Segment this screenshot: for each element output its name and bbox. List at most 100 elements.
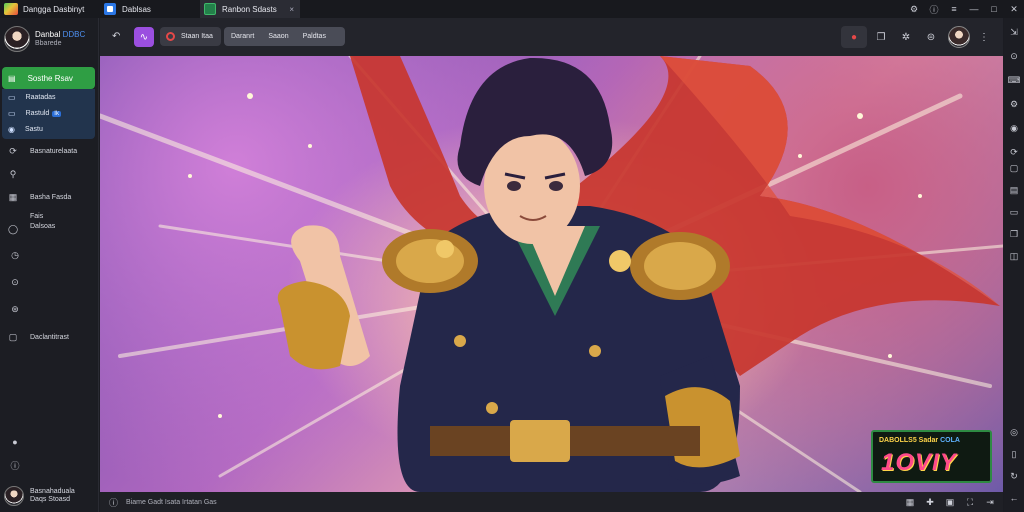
phone-icon[interactable]: ▯ xyxy=(1008,448,1020,460)
sidebar-item-primary[interactable]: ▤ Sosthe Rsav xyxy=(2,67,95,89)
layers-icon[interactable]: ▤ xyxy=(1008,184,1020,196)
tag-icon: ▭ xyxy=(8,109,16,118)
menu-icon[interactable]: ≡ xyxy=(944,0,964,18)
promo-line-b: COLA xyxy=(940,437,960,444)
play-icon[interactable]: ⊙ xyxy=(9,276,21,288)
record-status-icon[interactable]: ● xyxy=(841,26,867,48)
profile-name-text: Danbal xyxy=(35,30,61,39)
profile-card[interactable]: Danbal DDBC Bbarede xyxy=(4,24,96,54)
window-controls: ⚙ ⓘ ≡ — □ ✕ xyxy=(904,0,1024,18)
camera-icon[interactable]: ⊙ xyxy=(1008,50,1020,62)
record-button[interactable]: Staan Itaa xyxy=(160,27,221,46)
segment-button[interactable]: Daranrt xyxy=(224,27,261,46)
compass-icon[interactable]: ⊜ xyxy=(920,26,942,48)
screenshot-icon[interactable]: ▣ xyxy=(943,495,957,509)
app-icon[interactable]: ∿ xyxy=(134,27,154,47)
right-toolbar: ⇲ ⊙ ⌨ ⚙ ◉ ⟳ ▢ ▤ ▭ ❐ ◫ ◎ ▯ ↻ ← xyxy=(1004,18,1024,512)
sidebar-item[interactable]: ▢ Daclantitrast xyxy=(0,329,98,345)
promo-title: 1OVIY xyxy=(881,449,957,476)
fullscreen-icon[interactable]: ⛶ xyxy=(963,495,977,509)
exit-icon[interactable]: ⇥ xyxy=(983,495,997,509)
sidebar-item-label: Basha Fasda xyxy=(30,193,72,201)
tab-home[interactable]: Dablsas xyxy=(101,0,197,18)
settings-icon[interactable]: ⚙ xyxy=(904,0,924,18)
sidebar-item-label: Rastuld xyxy=(25,110,50,117)
maximize-button[interactable]: □ xyxy=(984,0,1004,18)
location-icon[interactable]: ◎ xyxy=(1008,426,1020,438)
segmented-control: Daranrt Saaon Paldtas xyxy=(224,27,345,46)
chat-icon: ◯ xyxy=(8,224,19,234)
info-icon[interactable]: ⓘ xyxy=(924,0,944,18)
copy-icon[interactable]: ❐ xyxy=(870,26,892,48)
clock-icon[interactable]: ◷ xyxy=(9,249,21,261)
status-bar: ⓘ Biame Gadt Isata Irtatan Gas ▦ ✚ ▣ ⛶ ⇥ xyxy=(100,492,1003,512)
refresh-icon: ⟳ xyxy=(9,145,17,156)
copy-icon[interactable]: ❐ xyxy=(1008,228,1020,240)
close-button[interactable]: ✕ xyxy=(1004,0,1024,18)
share-icon[interactable]: ⊛ xyxy=(9,303,21,315)
sidebar-item[interactable]: ◯ Fais Dalsoas xyxy=(0,212,98,238)
sidebar-subitem[interactable]: ◉ Sastu xyxy=(2,122,95,137)
sidebar-subitem[interactable]: ▭ Rastuld Ik xyxy=(2,106,95,121)
sidebar-item[interactable]: ⟳ Basnaturelaata xyxy=(0,143,98,159)
more-icon[interactable]: ⋮ xyxy=(973,26,995,48)
back-icon[interactable]: ← xyxy=(1008,492,1020,504)
record-label: Staan Itaa xyxy=(181,33,213,40)
folder-icon[interactable]: ▭ xyxy=(1008,206,1020,218)
sidebar-item-label: Daclantitrast xyxy=(30,333,69,341)
tab-active[interactable]: Ranbon Sdasts × xyxy=(200,0,300,18)
sidebar-item-label: Raatadas xyxy=(25,94,56,101)
tab-label: Dablsas xyxy=(122,4,151,14)
record-icon xyxy=(166,32,175,41)
promo-line-a: DABOLLS5 Sadar xyxy=(879,437,939,444)
rotate-icon[interactable]: ↻ xyxy=(1008,470,1020,482)
grid-icon[interactable]: ▦ xyxy=(903,495,917,509)
calendar-icon: ▦ xyxy=(8,191,18,202)
game-canvas[interactable]: DABOLLS5 Sadar COLA 1OVIY xyxy=(100,56,1003,492)
status-badge: Ik xyxy=(52,110,61,117)
profile-name-accent: DDBC xyxy=(62,30,86,39)
sidebar: Danbal DDBC Bbarede ▤ Sosthe Rsav ▭ Raat… xyxy=(0,18,99,512)
sidebar-subitem[interactable]: ▭ Raatadas xyxy=(2,90,95,105)
help-icon[interactable]: ⓘ xyxy=(9,459,21,471)
status-actions: ▦ ✚ ▣ ⛶ ⇥ xyxy=(897,495,997,509)
avatar[interactable] xyxy=(4,26,30,52)
gear-icon[interactable]: ⚙ xyxy=(1008,98,1020,110)
sidebar-item-label: Sastu xyxy=(24,126,43,133)
keyboard-icon[interactable]: ⌨ xyxy=(1008,74,1021,86)
sidebar-subgroup: ▭ Raatadas ▭ Rastuld Ik ◉ Sastu xyxy=(2,89,95,139)
avatar[interactable] xyxy=(948,26,970,48)
back-icon[interactable]: ↶ xyxy=(112,31,120,42)
user-footer[interactable]: Basnahaduala Daqs Stoasd xyxy=(4,484,96,508)
segment-button[interactable]: Paldtas xyxy=(296,27,333,46)
info-icon[interactable]: ⓘ xyxy=(109,496,118,509)
record-icon[interactable]: ◉ xyxy=(1008,122,1020,134)
tab-close-icon[interactable]: × xyxy=(289,5,294,14)
game-tab-icon xyxy=(204,3,216,15)
sync-icon[interactable]: ⟳ xyxy=(1008,146,1020,158)
sidebar-item-label: Fais Dalsoas xyxy=(30,213,56,230)
status-text: Biame Gadt Isata Irtatan Gas xyxy=(126,498,217,506)
sidebar-item[interactable]: ▦ Basha Fasda xyxy=(0,189,98,205)
expand-icon[interactable]: ⇲ xyxy=(1008,26,1020,38)
sidebar-item[interactable]: ⚲ xyxy=(0,166,98,182)
screen-icon[interactable]: ▢ xyxy=(1008,162,1020,174)
segment-button[interactable]: Saaon xyxy=(261,27,295,46)
document-icon: ▤ xyxy=(8,73,16,83)
avatar[interactable] xyxy=(4,486,24,506)
gamepad-icon[interactable]: ✚ xyxy=(923,495,937,509)
toolbar-actions: ● ❐ ✲ ⊜ ⋮ xyxy=(838,26,995,48)
sidebar-item-label: Sosthe Rsav xyxy=(27,73,73,83)
game-artwork xyxy=(100,56,1003,492)
moon-icon[interactable]: ● xyxy=(9,436,21,448)
app-logo xyxy=(4,3,18,15)
folder-icon: ▭ xyxy=(8,93,16,102)
apk-icon[interactable]: ◫ xyxy=(1008,250,1020,262)
settings-icon[interactable]: ✲ xyxy=(895,26,917,48)
user-footer-line1: Basnahaduala xyxy=(30,488,75,495)
minimize-button[interactable]: — xyxy=(964,0,984,18)
promo-badge[interactable]: DABOLLS5 Sadar COLA 1OVIY xyxy=(871,430,992,483)
user-footer-line2: Daqs Stoasd xyxy=(30,496,71,503)
sidebar-item-label: Basnaturelaata xyxy=(30,147,78,155)
title-bar: Dangga Dasbinyt Dablsas Ranbon Sdasts × … xyxy=(0,0,1024,18)
